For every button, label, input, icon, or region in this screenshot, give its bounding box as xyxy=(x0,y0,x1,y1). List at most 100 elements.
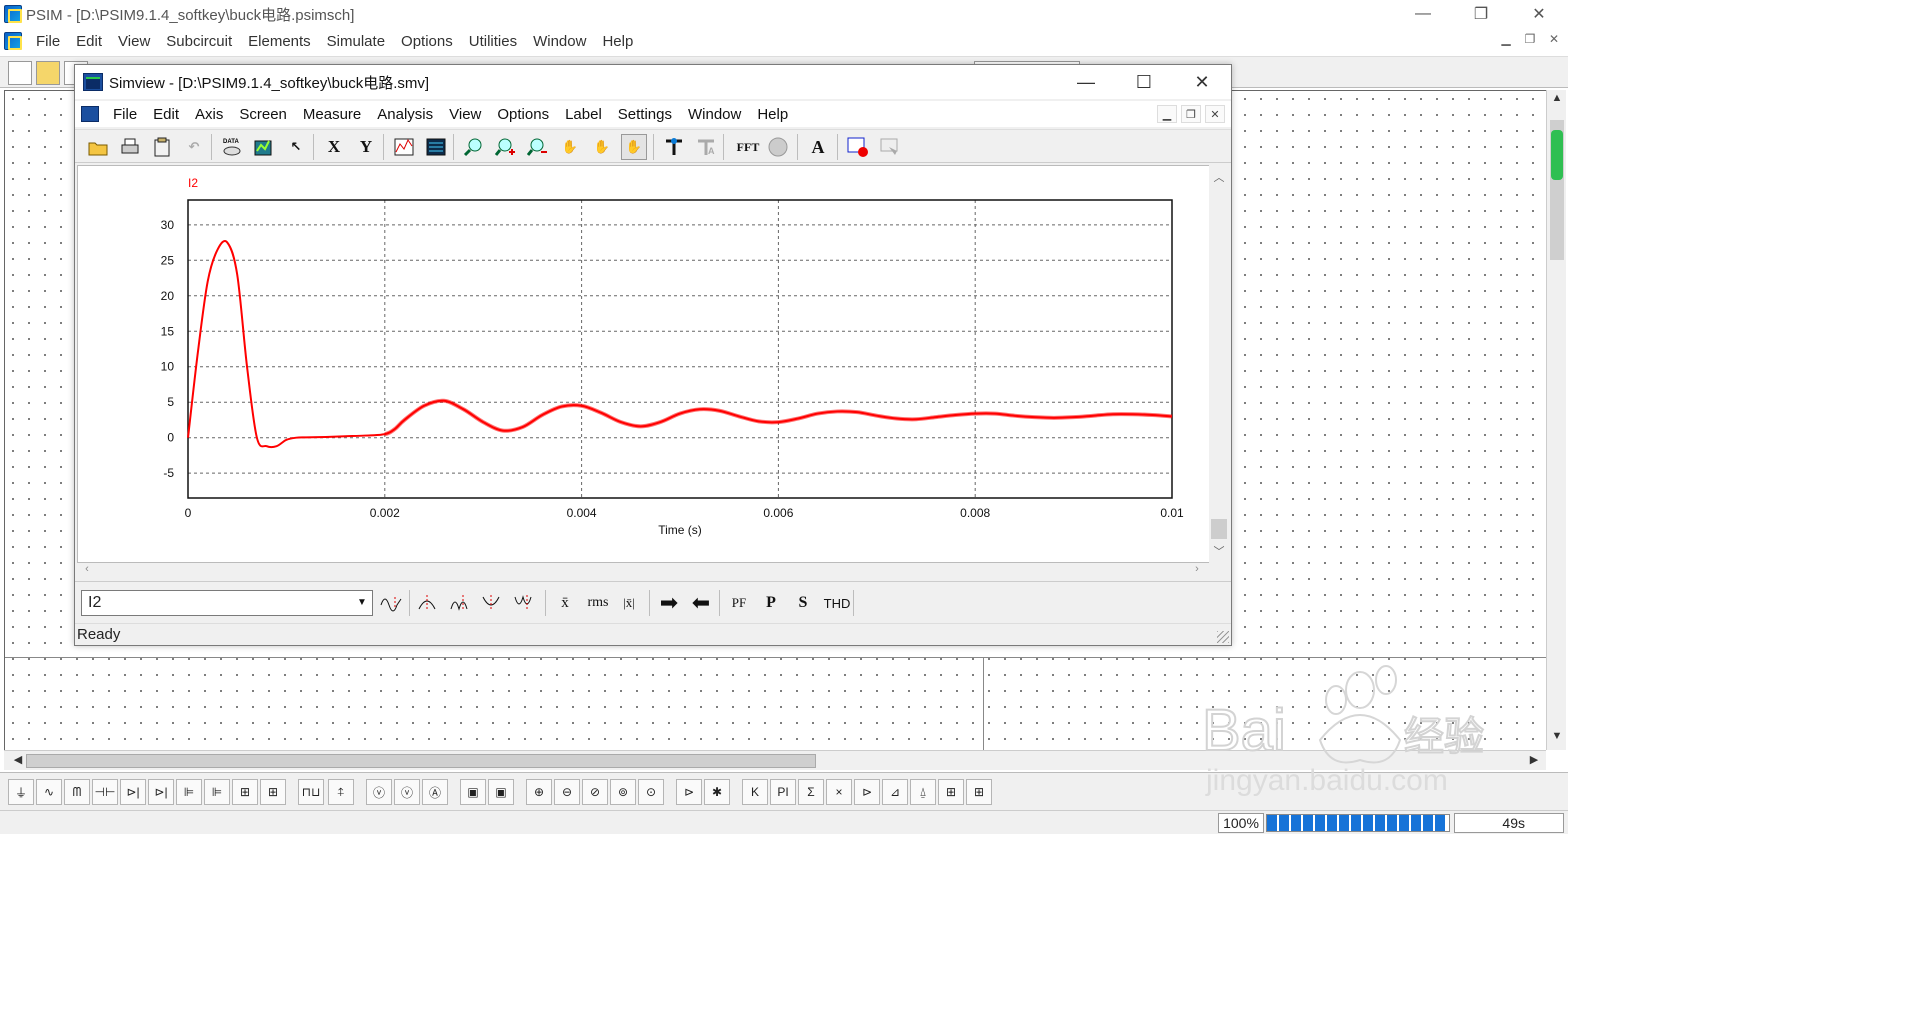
print-icon[interactable] xyxy=(117,134,143,160)
apparent-power-button[interactable]: S xyxy=(789,590,817,616)
sv-mdi-restore-icon[interactable]: ❐ xyxy=(1181,105,1201,123)
zoom-icon[interactable] xyxy=(461,134,487,160)
sv-menu-window[interactable]: Window xyxy=(680,106,749,123)
real-power-button[interactable]: P xyxy=(757,590,785,616)
add-curve-icon[interactable] xyxy=(251,134,277,160)
variable-select[interactable]: I2 ▼ xyxy=(81,590,373,616)
open-folder-icon[interactable] xyxy=(36,61,60,85)
sv-menu-analysis[interactable]: Analysis xyxy=(369,106,441,123)
max-icon[interactable] xyxy=(415,590,443,616)
waveform-plot-area[interactable]: 0 0.002 0.004 0.006 0.008 0.01 30 25 20 15 10 5 0 -5 … xyxy=(77,165,1211,563)
menu-window[interactable]: Window xyxy=(525,33,594,50)
menu-options[interactable]: Options xyxy=(393,33,461,50)
port-element-icon[interactable]: ⊞ xyxy=(966,779,992,805)
average-icon[interactable]: x̄ xyxy=(551,590,579,616)
menu-file[interactable]: File xyxy=(28,33,68,50)
pan-hand-plus-icon[interactable]: ✋ xyxy=(589,134,615,160)
paste-icon[interactable] xyxy=(149,134,175,160)
scroll-right-icon[interactable]: ▶ xyxy=(1526,753,1542,769)
rms-button[interactable]: rms xyxy=(581,590,615,616)
canvas-vertical-scrollbar[interactable]: ▲ ▼ xyxy=(1546,90,1566,750)
close-icon[interactable]: ✕ xyxy=(1510,0,1568,28)
plot-scroll-up-icon[interactable]: ︿ xyxy=(1209,169,1229,185)
multiple-screens-icon[interactable] xyxy=(423,134,449,160)
voltmeter-element-icon[interactable]: ⓥ xyxy=(394,779,420,805)
select-pointer-icon[interactable]: ↖ xyxy=(283,134,309,160)
open-file-icon[interactable] xyxy=(85,134,111,160)
zoom-in-icon[interactable] xyxy=(493,134,519,160)
simview-maximize-icon[interactable]: ☐ xyxy=(1115,65,1173,99)
sv-menu-measure[interactable]: Measure xyxy=(295,106,369,123)
undo-icon[interactable]: ↶ xyxy=(181,134,207,160)
sv-menu-file[interactable]: File xyxy=(105,106,145,123)
sv-mdi-minimize-icon[interactable]: ▁ xyxy=(1157,105,1177,123)
record-icon[interactable] xyxy=(845,134,871,160)
ground-element-icon[interactable]: ⏚ xyxy=(8,779,34,805)
menu-edit[interactable]: Edit xyxy=(68,33,110,50)
step-source-element-icon[interactable]: ⊙ xyxy=(638,779,664,805)
mosfet-element-icon[interactable]: ⊫ xyxy=(176,779,202,805)
sv-menu-help[interactable]: Help xyxy=(749,106,796,123)
new-file-icon[interactable] xyxy=(8,61,32,85)
limiter-element-icon[interactable]: ⊿ xyxy=(882,779,908,805)
pwm-element-icon[interactable]: ⊓⊔ xyxy=(298,779,324,805)
text-button[interactable]: A xyxy=(805,134,831,160)
next-min-icon[interactable] xyxy=(511,590,539,616)
sv-menu-label[interactable]: Label xyxy=(557,106,610,123)
ammeter-element-icon[interactable]: Ⓐ xyxy=(422,779,448,805)
min-icon[interactable] xyxy=(479,590,507,616)
simview-close-icon[interactable]: ✕ xyxy=(1173,65,1231,99)
minimize-icon[interactable]: — xyxy=(1394,0,1452,28)
restore-icon[interactable]: ❐ xyxy=(1452,0,1510,28)
simview-minimize-icon[interactable]: — xyxy=(1057,65,1115,99)
horizontal-scroll-thumb[interactable] xyxy=(26,754,816,768)
scroll-up-icon[interactable]: ▲ xyxy=(1547,92,1567,110)
transformer-element-icon[interactable]: ⊞ xyxy=(260,779,286,805)
canvas-horizontal-scrollbar[interactable]: ◀ ▶ xyxy=(4,750,1546,770)
simview-doc-icon[interactable] xyxy=(81,106,99,122)
waveform-icon[interactable] xyxy=(377,590,405,616)
scroll-down-icon[interactable]: ▼ xyxy=(1547,730,1567,748)
x-axis-button[interactable]: X xyxy=(321,134,347,160)
scope2-element-icon[interactable]: ▣ xyxy=(488,779,514,805)
sv-mdi-close-icon[interactable]: ✕ xyxy=(1205,105,1225,123)
abs-average-icon[interactable]: |x̄| xyxy=(615,590,643,616)
thd-button[interactable]: THD xyxy=(819,590,855,616)
grid-lines-icon[interactable] xyxy=(391,134,417,160)
measure-icon[interactable] xyxy=(661,134,687,160)
zoom-out-icon[interactable] xyxy=(525,134,551,160)
comparator-element-icon[interactable]: ⊳ xyxy=(854,779,880,805)
resize-grip-icon[interactable] xyxy=(1217,631,1229,643)
label-element-icon[interactable]: ⍙ xyxy=(910,779,936,805)
sv-menu-options[interactable]: Options xyxy=(489,106,557,123)
plot-vertical-scrollbar[interactable]: ︿ ﹀ xyxy=(1209,165,1229,563)
menu-elements[interactable]: Elements xyxy=(240,33,319,50)
psim-doc-icon[interactable] xyxy=(4,32,22,50)
op-amp-element-icon[interactable]: ⊳ xyxy=(676,779,702,805)
multiplier-element-icon[interactable]: × xyxy=(826,779,852,805)
playback-disabled-icon[interactable] xyxy=(877,134,903,160)
plot-horizontal-scrollbar[interactable]: ‹ › xyxy=(77,563,1211,579)
ac-source-element-icon[interactable]: ⊕ xyxy=(526,779,552,805)
igbt-element-icon[interactable]: ⊫ xyxy=(204,779,230,805)
triangle-source-element-icon[interactable]: ⊚ xyxy=(610,779,636,805)
scope-element-icon[interactable]: ▣ xyxy=(460,779,486,805)
plot-scroll-down-icon[interactable]: ﹀ xyxy=(1209,543,1229,559)
sv-menu-axis[interactable]: Axis xyxy=(187,106,231,123)
mdi-close-icon[interactable]: ✕ xyxy=(1544,30,1564,48)
fft-button[interactable]: FFT xyxy=(731,134,765,160)
sv-menu-settings[interactable]: Settings xyxy=(610,106,680,123)
mdi-restore-icon[interactable]: ❐ xyxy=(1520,30,1540,48)
menu-subcircuit[interactable]: Subcircuit xyxy=(158,33,240,50)
capacitor-element-icon[interactable]: ⊣⊢ xyxy=(92,779,118,805)
menu-view[interactable]: View xyxy=(110,33,158,50)
dc-source-element-icon[interactable]: ⍏ xyxy=(328,779,354,805)
menu-help[interactable]: Help xyxy=(594,33,641,50)
measure-text-icon[interactable]: A xyxy=(693,134,719,160)
mdi-minimize-icon[interactable]: ▁ xyxy=(1496,30,1516,48)
fft-disabled-icon[interactable] xyxy=(765,134,791,160)
plot-scroll-right-icon[interactable]: › xyxy=(1189,563,1205,579)
sv-menu-view[interactable]: View xyxy=(441,106,489,123)
sv-menu-screen[interactable]: Screen xyxy=(231,106,295,123)
voltage-probe-element-icon[interactable]: ⓥ xyxy=(366,779,392,805)
